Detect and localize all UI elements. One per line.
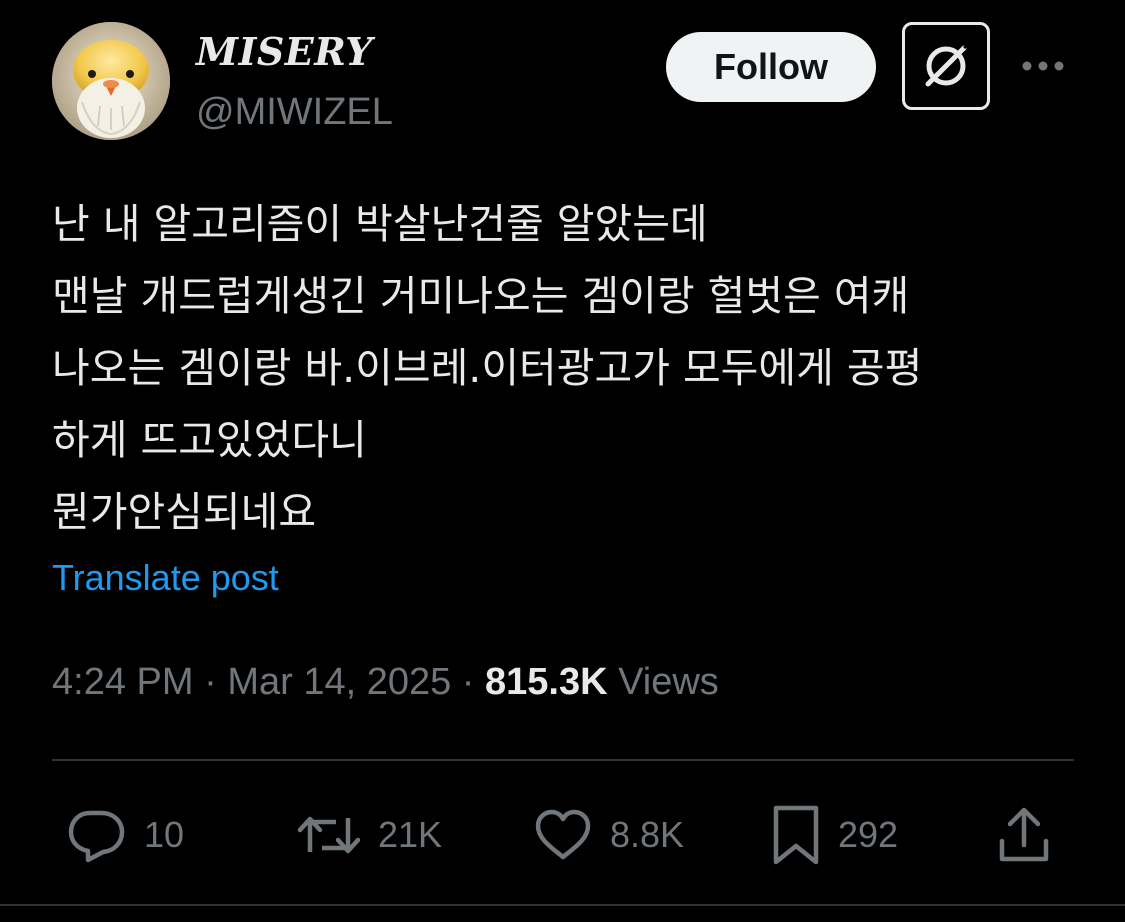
more-dots-icon	[1022, 61, 1064, 71]
meta-separator: ·	[204, 661, 217, 703]
views-label[interactable]: Views	[618, 661, 719, 703]
bottom-divider	[0, 904, 1125, 906]
reply-icon	[68, 810, 125, 863]
divider	[52, 759, 1074, 761]
repost-icon	[297, 816, 361, 854]
author-info[interactable]: MISERY @MIWIZEL	[196, 26, 393, 138]
meta-separator: ·	[461, 661, 475, 703]
tweet-text: 난 내 알고리즘이 박살난건줄 알았는데 맨날 개드럽게생긴 거미나오는 겜이랑…	[52, 188, 1092, 548]
tweet-text-line: 나오는 겜이랑 바.이브레.이터광고가 모두에게 공평	[52, 344, 923, 392]
repost-count: 21K	[378, 814, 443, 855]
translate-post-link[interactable]: Translate post	[52, 554, 279, 602]
tweet-text-line: 하게 뜨고있었다니	[52, 416, 367, 464]
repost-button[interactable]: 21K	[296, 800, 442, 870]
like-button[interactable]: 8.8K	[532, 800, 684, 870]
grok-icon	[925, 42, 970, 87]
tweet-text-line: 뭔가안심되네요	[52, 488, 317, 536]
follow-button[interactable]: Follow	[666, 32, 876, 102]
bookmark-button[interactable]: 292	[770, 800, 898, 870]
avatar[interactable]	[52, 22, 170, 140]
share-icon	[999, 807, 1049, 862]
tweet-text-line: 난 내 알고리즘이 박살난건줄 알았는데	[52, 200, 708, 248]
reply-button[interactable]: 10	[66, 800, 184, 870]
bookmark-icon	[773, 805, 819, 865]
tweet-date[interactable]: Mar 14, 2025	[227, 661, 451, 703]
reply-count: 10	[144, 814, 185, 855]
like-count: 8.8K	[610, 814, 685, 855]
tweet-meta: 4:24 PM · Mar 14, 2025 · 815.3K Views	[52, 656, 719, 708]
tweet-text-line: 맨날 개드럽게생긴 거미나오는 겜이랑 헐벗은 여캐	[52, 272, 910, 320]
grok-button[interactable]	[902, 22, 990, 110]
share-button[interactable]	[996, 800, 1052, 870]
heart-icon	[535, 809, 591, 860]
tweet-time[interactable]: 4:24 PM	[52, 661, 194, 703]
bird-avatar-icon	[52, 22, 170, 140]
action-bar: 10 21K 8.8K 292	[52, 800, 1074, 870]
tweet-header: MISERY @MIWIZEL Follow	[52, 20, 1074, 144]
user-handle[interactable]: @MIWIZEL	[196, 86, 393, 138]
views-count[interactable]: 815.3K	[485, 661, 608, 703]
more-options-button[interactable]	[1018, 44, 1068, 88]
display-name[interactable]: MISERY	[196, 26, 393, 78]
bookmark-count: 292	[838, 814, 899, 855]
